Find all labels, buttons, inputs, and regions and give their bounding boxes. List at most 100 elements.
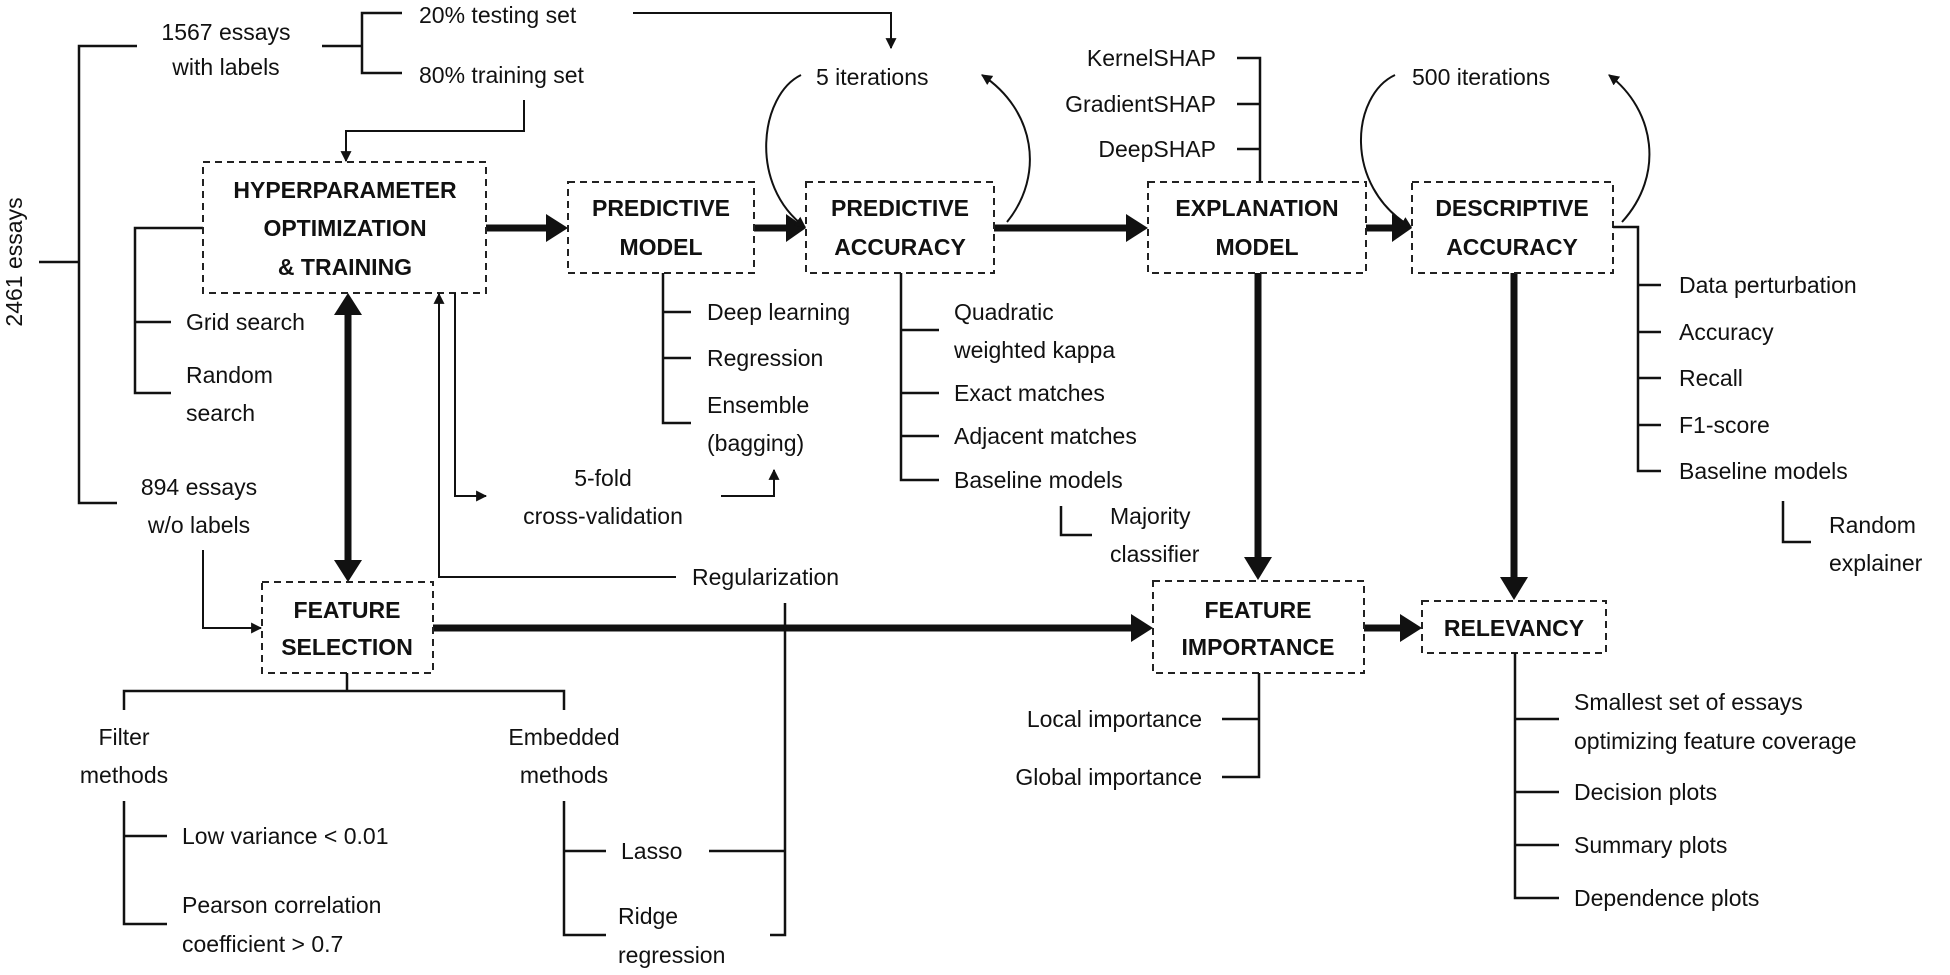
feature-selection-title-2: SELECTION: [281, 634, 413, 660]
metric-baseline-models: Baseline models: [954, 467, 1123, 493]
explainer-deepshap: DeepSHAP: [1098, 136, 1216, 162]
random-search-label: Random: [186, 362, 273, 388]
embedded-ridge: Ridge: [618, 903, 678, 929]
regularization-bracket: [709, 603, 787, 937]
predictive-model-title-1: PREDICTIVE: [592, 195, 730, 221]
feature-selection-node: FEATURE SELECTION Filter methods Embedde…: [80, 581, 787, 968]
relevancy-node: RELEVANCY Smallest set of essays optimiz…: [1421, 600, 1857, 911]
embedded-bracket: [562, 801, 606, 937]
model-type-regression: Regression: [707, 345, 823, 371]
workflow-diagram: 2461 essays 1567 essays with labels 20% …: [1, 2, 1923, 968]
regularization-arrow: [433, 292, 676, 578]
filter-pearson: Pearson correlation: [182, 892, 381, 918]
desc-metric-accuracy: Accuracy: [1679, 319, 1774, 345]
desc-metric-f1-score: F1-score: [1679, 412, 1770, 438]
descriptive-accuracy-title-2: ACCURACY: [1446, 234, 1578, 260]
descriptive-accuracy-node: DESCRIPTIVE ACCURACY Data perturbation A…: [1411, 181, 1923, 576]
filter-methods-label-2: methods: [80, 762, 168, 788]
majority-classifier-label-2: classifier: [1110, 541, 1200, 567]
unlabeled-essays-label: 894 essays: [141, 474, 257, 500]
training-set-label: 80% training set: [419, 62, 585, 88]
embedded-ridge-2: regression: [618, 942, 725, 968]
arrowhead: [1244, 557, 1272, 580]
feature-importance-title-1: FEATURE: [1205, 597, 1312, 623]
local-importance-label: Local importance: [1027, 706, 1202, 732]
random-explainer-bracket: [1781, 501, 1811, 544]
global-importance-label: Global importance: [1015, 764, 1202, 790]
grid-search-label: Grid search: [186, 309, 305, 335]
feature-importance-title-2: IMPORTANCE: [1182, 634, 1335, 660]
metric-exact-matches: Exact matches: [954, 380, 1105, 406]
random-explainer-label: Random: [1829, 512, 1916, 538]
arrowhead: [1392, 214, 1412, 242]
arrowhead: [1131, 614, 1153, 642]
unlabeled-to-feature-selection-arrow: [202, 550, 263, 634]
total-bracket: [39, 44, 137, 505]
model-type-ensemble-2: (bagging): [707, 430, 804, 456]
feature-selection-title-1: FEATURE: [294, 597, 401, 623]
unlabeled-essays-label-2: w/o labels: [147, 512, 250, 538]
metric-qwk: Quadratic: [954, 299, 1054, 325]
loop-arrow-right: [1608, 74, 1651, 223]
filter-pearson-2: coefficient > 0.7: [182, 931, 343, 957]
importance-bracket: [1222, 673, 1261, 779]
predictive-accuracy-node: PREDICTIVE ACCURACY Quadratic weighted k…: [805, 181, 1200, 567]
hyper-title-3: & TRAINING: [278, 254, 412, 280]
model-type-deep-learning: Deep learning: [707, 299, 850, 325]
desc-metric-recall: Recall: [1679, 365, 1743, 391]
regularization-label: Regularization: [692, 564, 839, 590]
descriptive-accuracy-title-1: DESCRIPTIVE: [1435, 195, 1588, 221]
random-search-label-2: search: [186, 400, 255, 426]
relevancy-bracket: [1513, 653, 1559, 900]
relevancy-smallest-set: Smallest set of essays: [1574, 689, 1803, 715]
arrowhead: [546, 214, 568, 242]
hyper-title-1: HYPERPARAMETER: [233, 177, 457, 203]
filter-low-variance: Low variance < 0.01: [182, 823, 389, 849]
majority-classifier-label: Majority: [1110, 503, 1191, 529]
arrowhead: [334, 293, 362, 315]
predictive-model-title-2: MODEL: [619, 234, 702, 260]
embedded-methods-label-2: methods: [520, 762, 608, 788]
explanation-model-title-1: EXPLANATION: [1175, 195, 1338, 221]
training-to-hyper-arrow: [340, 100, 525, 163]
cross-validation-label: 5-fold: [574, 465, 632, 491]
filter-methods-label: Filter: [98, 724, 149, 750]
relevancy-summary-plots: Summary plots: [1574, 832, 1727, 858]
testing-to-iterations-arrow: [633, 12, 897, 50]
explainer-kernelshap: KernelSHAP: [1087, 45, 1216, 71]
metric-qwk-2: weighted kappa: [953, 337, 1115, 363]
random-explainer-label-2: explainer: [1829, 550, 1923, 576]
explanation-model-title-2: MODEL: [1215, 234, 1298, 260]
filter-bracket: [122, 801, 167, 926]
relevancy-title: RELEVANCY: [1444, 615, 1584, 641]
model-type-ensemble: Ensemble: [707, 392, 809, 418]
selection-methods-bracket: [122, 673, 566, 710]
baseline-sub-bracket: [1059, 506, 1092, 537]
explainers-bracket: [1237, 56, 1262, 182]
five-iterations-label: 5 iterations: [816, 64, 929, 90]
relevancy-smallest-set-2: optimizing feature coverage: [1574, 728, 1857, 754]
loop-arrow-left: [1360, 74, 1412, 228]
arrowhead: [1126, 214, 1148, 242]
feature-importance-node: FEATURE IMPORTANCE Local importance Glob…: [1015, 580, 1365, 790]
hyper-title-2: OPTIMIZATION: [263, 215, 426, 241]
descriptive-metrics-bracket: [1613, 225, 1661, 473]
relevancy-decision-plots: Decision plots: [1574, 779, 1717, 805]
explanation-model-node: KernelSHAP GradientSHAP DeepSHAP EXPLANA…: [1065, 45, 1367, 274]
desc-metric-baseline-models: Baseline models: [1679, 458, 1848, 484]
desc-metric-data-perturbation: Data perturbation: [1679, 272, 1857, 298]
metrics-bracket: [899, 273, 939, 482]
embedded-lasso: Lasso: [621, 838, 682, 864]
predictive-accuracy-title-2: ACCURACY: [834, 234, 966, 260]
labeled-essays-label-2: with labels: [171, 54, 279, 80]
metric-adjacent-matches: Adjacent matches: [954, 423, 1137, 449]
arrowhead: [1400, 614, 1422, 642]
explainer-gradientshap: GradientSHAP: [1065, 91, 1216, 117]
split-bracket: [322, 11, 402, 75]
cross-validation-arrow-out: [721, 468, 780, 497]
testing-set-label: 20% testing set: [419, 2, 577, 28]
arrowhead: [334, 560, 362, 582]
total-essays-label: 2461 essays: [1, 197, 27, 326]
cross-validation-label-2: cross-validation: [523, 503, 683, 529]
cross-validation-arrow-in: [454, 293, 488, 502]
